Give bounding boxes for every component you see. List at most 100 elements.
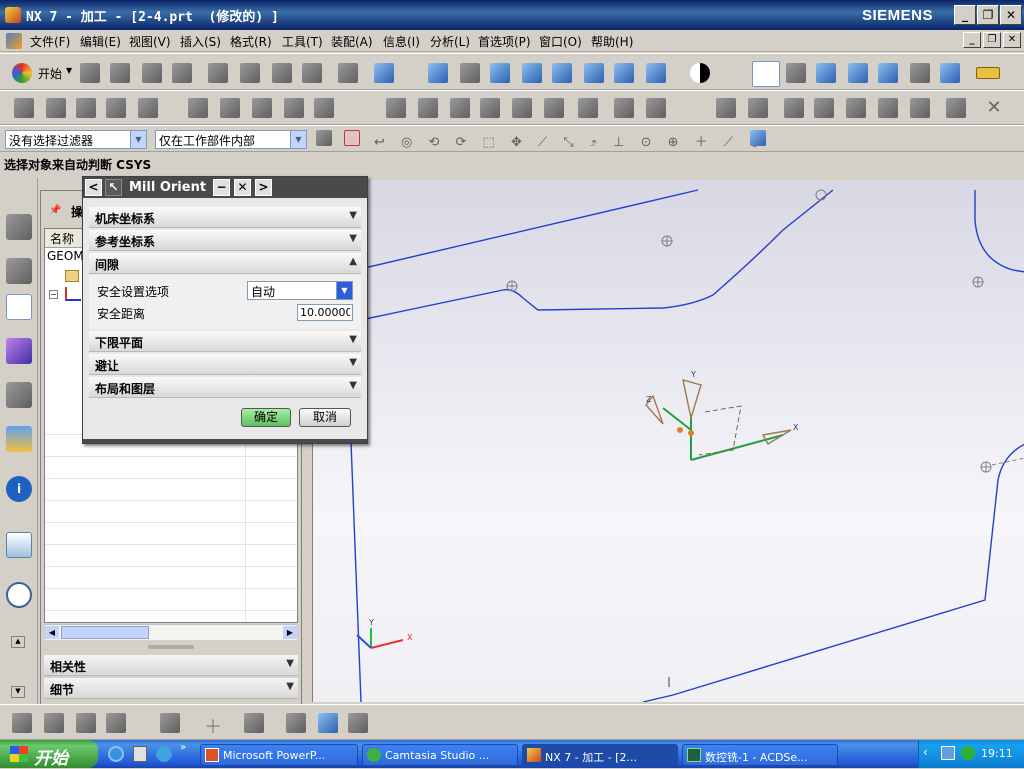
taskbar-acdsee[interactable]: 数控铣-1 - ACDSe... [682,744,838,766]
snap-point-icon[interactable] [344,130,360,146]
delete-icon[interactable] [302,63,322,83]
create-program-icon[interactable] [816,63,836,83]
scroll-right-icon[interactable]: ▶ [283,626,297,639]
open-file-icon[interactable] [110,63,130,83]
horizontal-scrollbar[interactable]: ◀ ▶ [45,624,297,640]
doc-icon[interactable] [646,98,666,118]
start-menu-label[interactable]: 开始 [38,65,62,82]
rotate-icon[interactable] [552,63,572,83]
zoom-window-icon[interactable] [490,63,510,83]
quicklaunch-more-icon[interactable]: » [180,742,186,753]
paste-icon[interactable] [272,63,292,83]
roles-icon[interactable] [6,426,32,452]
start-button[interactable]: 开始 [0,740,98,769]
scroll-left-icon[interactable]: ◀ [45,626,59,639]
collapse-button[interactable]: − [213,179,230,196]
history-clock-icon[interactable] [6,582,32,608]
constraint-navigator-icon[interactable] [6,258,32,284]
bottom-tool-icon-2[interactable] [44,713,64,733]
network-icon[interactable] [941,746,955,760]
menu-insert[interactable]: 插入(S) [180,33,221,50]
ok-button[interactable]: 确定 [241,408,291,427]
taskbar-nx[interactable]: NX 7 - 加工 - [2... [522,744,678,766]
feature-icon-7[interactable] [910,98,930,118]
dialog-title-bar[interactable]: < ↖ Mill Orient − ✕ > [83,177,367,198]
dialog-close-button[interactable]: ✕ [234,179,251,196]
machine-tool-view-icon[interactable] [418,98,438,118]
generate-path-icon[interactable] [848,63,868,83]
reuse-library-icon[interactable] [6,382,32,408]
bottom-tool-icon-9[interactable] [348,713,368,733]
info-icon[interactable]: i [6,476,32,502]
menu-file[interactable]: 文件(F) [30,33,70,50]
save-icon[interactable] [142,63,162,83]
replay-icon[interactable] [544,98,564,118]
section-lower-limit-plane[interactable]: 下限平面 ▼ [89,331,361,352]
menu-assembly[interactable]: 装配(A) [331,33,373,50]
menu-info[interactable]: 信息(I) [383,33,420,50]
bottom-tool-icon-8[interactable] [318,713,338,733]
menu-tools[interactable]: 工具(T) [282,33,323,50]
print-icon[interactable] [172,63,192,83]
menu-preferences[interactable]: 首选项(P) [478,33,531,50]
security-icon[interactable] [961,746,975,760]
selection-scope-select[interactable]: 仅在工作部件内部 ▼ [155,130,307,149]
quicklaunch-icon[interactable] [156,746,172,762]
feature-icon-4[interactable] [814,98,834,118]
info-window-icon[interactable] [374,63,394,83]
chevron-down-icon[interactable]: ▼ [130,131,146,148]
section-avoidance[interactable]: 避让 ▼ [89,354,361,375]
operation-navigator-icon[interactable] [6,294,32,320]
measure-icon[interactable] [976,67,1000,79]
create-operation-icon[interactable] [14,98,34,118]
verify-path-icon[interactable] [878,63,898,83]
section-dependencies[interactable]: 相关性 ▼ [44,655,298,676]
new-file-icon[interactable] [80,63,100,83]
mcs-node-icon[interactable] [65,287,81,301]
method-view-icon[interactable] [480,98,500,118]
menu-analysis[interactable]: 分析(L) [430,33,470,50]
web-browser-icon[interactable] [6,532,32,558]
chevron-down-icon[interactable]: ▼ [336,282,352,299]
geometry-view-icon[interactable] [450,98,470,118]
generate-icon-2[interactable] [512,98,532,118]
feature-icon-1[interactable] [716,98,736,118]
bottom-tool-icon-1[interactable] [12,713,32,733]
start-dropdown-icon[interactable]: ▼ [66,66,72,75]
minimize-button[interactable]: _ [954,5,976,25]
doc-close-button[interactable]: ✕ [1003,32,1021,48]
fit-view-icon[interactable] [428,63,448,83]
feature-icon-3[interactable] [784,98,804,118]
feature-icon-2[interactable] [748,98,768,118]
type-filter-select[interactable]: 没有选择过滤器 ▼ [5,130,147,149]
scroll-thumb[interactable] [61,626,149,639]
taskbar-powerpoint[interactable]: Microsoft PowerP... [200,744,358,766]
back-button[interactable]: < [85,179,102,196]
filter-settings-icon[interactable] [316,130,332,146]
shaded-cube-icon[interactable] [646,63,666,83]
section-layout-layers[interactable]: 布局和图层 ▼ [89,377,361,398]
graphics-window[interactable]: Y X Z Y X [266,180,1024,702]
pan-icon[interactable] [584,63,604,83]
create-program-icon-2[interactable] [46,98,66,118]
create-tool-icon[interactable] [76,98,96,118]
copy-icon[interactable] [240,63,260,83]
orient-view-icon[interactable] [614,63,634,83]
nx-menu-icon[interactable] [6,33,22,49]
reset-icon[interactable]: ↖ [105,179,122,196]
scroll-down-icon[interactable]: ▼ [11,686,25,698]
menu-help[interactable]: 帮助(H) [591,33,633,50]
cut-object-icon[interactable] [220,98,240,118]
copy-object-icon[interactable] [252,98,272,118]
clearance-option-select[interactable]: 自动 ▼ [247,281,353,300]
render-style-icon[interactable] [690,63,710,83]
menu-view[interactable]: 视图(V) [129,33,171,50]
bottom-tool-icon-6[interactable] [244,713,264,733]
chevron-down-icon[interactable]: ▼ [290,131,306,148]
cut-icon[interactable] [208,63,228,83]
bottom-tool-icon-4[interactable] [106,713,126,733]
scroll-up-icon[interactable]: ▲ [11,636,25,648]
wcs-origin-icon[interactable] [786,63,806,83]
navigator-pin-icon[interactable]: 📌 [49,205,61,216]
undo-icon[interactable] [338,63,358,83]
